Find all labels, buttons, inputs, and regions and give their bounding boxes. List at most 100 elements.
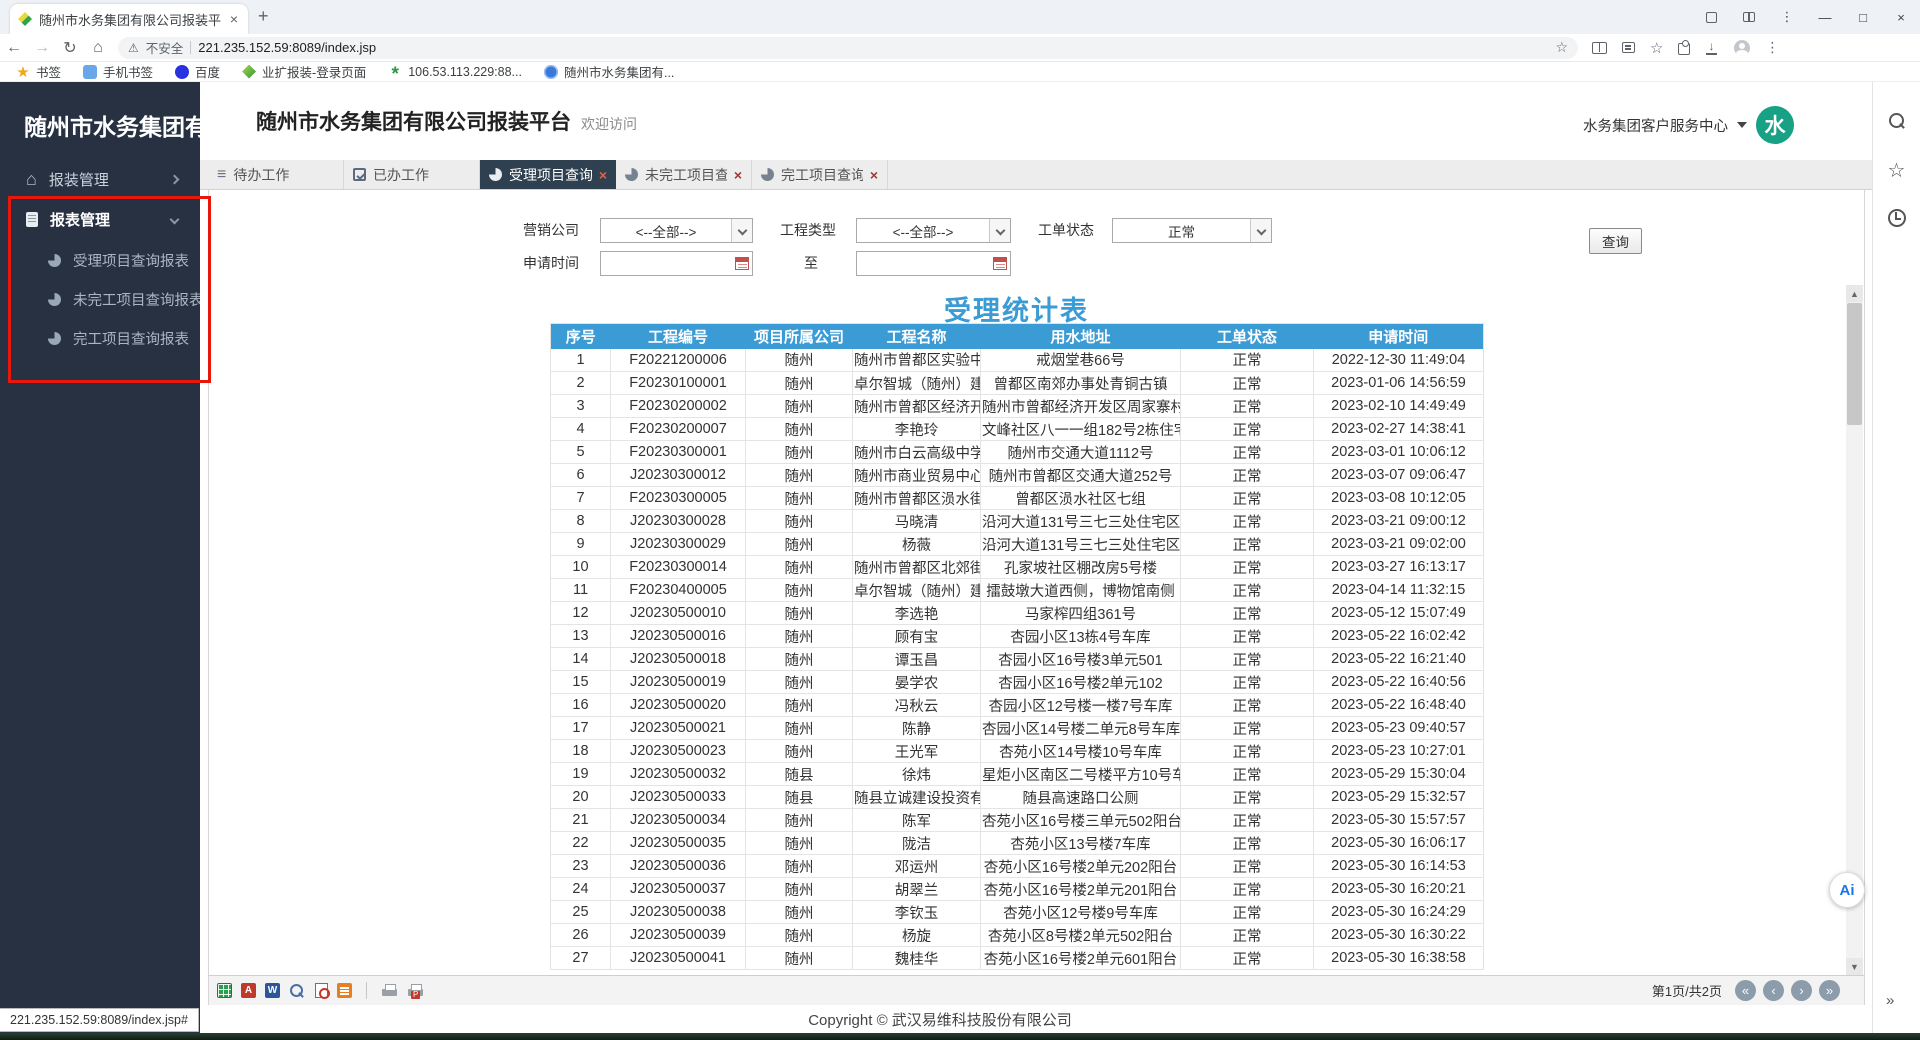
company-select[interactable]: <--全部--> [600, 218, 753, 243]
status-select[interactable]: 正常 [1112, 218, 1272, 243]
address-bar[interactable]: ⚠ 不安全 221.235.152.59:8089/index.jsp ☆ [118, 37, 1578, 59]
table-cell: 陇洁 [853, 832, 981, 855]
tab-close-icon[interactable] [734, 167, 742, 183]
maximize-button[interactable]: □ [1844, 0, 1882, 34]
work-tab[interactable]: 待办工作 [208, 160, 344, 189]
work-tab[interactable]: 已办工作 [344, 160, 480, 189]
select-chevron-icon[interactable] [731, 219, 752, 242]
extensions-icon[interactable] [1678, 40, 1690, 55]
table-cell: 星炬小区南区二号楼平方10号车库 [981, 763, 1181, 786]
calendar-icon[interactable] [735, 257, 749, 270]
bookmark-item[interactable]: 百度 [175, 62, 220, 81]
table-cell: 正常 [1181, 878, 1314, 901]
date-to-input[interactable] [856, 251, 1011, 276]
table-cell: 正常 [1181, 671, 1314, 694]
table-cell: 随县 [746, 763, 853, 786]
rail-expand-icon[interactable]: » [1886, 992, 1894, 1009]
bookmark-item[interactable]: 106.53.113.229:88... [388, 65, 522, 79]
table-cell: 随州 [746, 947, 853, 970]
table-cell: 正常 [1181, 372, 1314, 395]
scroll-down-icon[interactable]: ▼ [1846, 958, 1863, 975]
new-tab-button[interactable]: + [258, 6, 269, 27]
image-export-icon[interactable] [337, 983, 352, 998]
work-tab[interactable]: 完工项目查询报表 [752, 160, 888, 189]
pdf-export-icon[interactable] [241, 983, 256, 998]
doc-search-icon[interactable] [315, 983, 328, 998]
work-tab[interactable]: 受理项目查询报表 [480, 160, 616, 189]
work-tab-label: 未完工项目查询报表 [645, 165, 727, 185]
forward-icon[interactable]: → [28, 39, 56, 57]
rail-search-icon[interactable] [1887, 112, 1907, 132]
last-page-button[interactable] [1819, 980, 1840, 1001]
table-cell: 正常 [1181, 694, 1314, 717]
content-panel: 营销公司 <--全部--> 工程类型 <--全部--> 工单状态 正常 申请时间 [208, 190, 1865, 1005]
table-cell: 杏苑小区16号楼2单元202阳台 [981, 855, 1181, 878]
browser-tab[interactable]: 随州市水务集团有限公司报装平台 × [10, 4, 248, 34]
zoom-search-icon[interactable] [289, 983, 306, 999]
date-from-input[interactable] [600, 251, 753, 276]
scrollbar-thumb[interactable] [1847, 303, 1862, 425]
first-page-button[interactable] [1735, 980, 1756, 1001]
back-icon[interactable]: ← [0, 39, 28, 57]
minimize-button[interactable]: — [1806, 0, 1844, 34]
collections-icon[interactable] [1622, 42, 1635, 53]
table-cell: 正常 [1181, 579, 1314, 602]
star-favicon-icon [16, 65, 30, 79]
table-cell: 李艳玲 [853, 418, 981, 441]
table-cell: J20230500023 [611, 740, 746, 763]
bookmark-label: 手机书签 [103, 62, 153, 81]
print-pdf-icon[interactable]: P [407, 983, 424, 999]
user-menu[interactable]: 水务集团客户服务中心 水 [1583, 106, 1794, 144]
tab-close-icon[interactable] [599, 167, 607, 183]
tab-close-icon[interactable] [870, 167, 878, 183]
table-cell: 27 [551, 947, 611, 970]
sidebar-item-baozhuang[interactable]: 报装管理 [0, 160, 200, 198]
bookmark-item[interactable]: 业扩报装-登录页面 [242, 62, 366, 81]
browser-menu-icon[interactable]: ⋮ [1765, 39, 1780, 56]
rail-favorites-icon[interactable] [1887, 160, 1907, 180]
home-icon[interactable]: ⌂ [84, 39, 112, 57]
type-select[interactable]: <--全部--> [856, 218, 1011, 243]
table-cell: 5 [551, 441, 611, 464]
table-cell: 20 [551, 786, 611, 809]
table-cell: 邓运州 [853, 855, 981, 878]
select-chevron-icon[interactable] [989, 219, 1010, 242]
select-chevron-icon[interactable] [1250, 219, 1271, 242]
workspaces-icon[interactable] [1730, 0, 1768, 34]
table-cell: 正常 [1181, 717, 1314, 740]
tab-close-icon[interactable]: × [228, 11, 240, 27]
favorites-icon[interactable]: ☆ [1650, 39, 1663, 57]
print-icon[interactable] [381, 983, 398, 999]
tab-layout-icon[interactable] [1692, 0, 1730, 34]
scroll-up-icon[interactable]: ▲ [1846, 285, 1863, 302]
table-cell: 孔家坡社区棚改房5号楼 [981, 556, 1181, 579]
profile-avatar-icon[interactable] [1734, 40, 1750, 56]
rail-history-icon[interactable] [1887, 208, 1907, 228]
reload-icon[interactable]: ↻ [56, 38, 84, 58]
table-cell: 2 [551, 372, 611, 395]
type-select-value: <--全部--> [857, 221, 989, 241]
table-cell: 随州市曾都区交通大道252号 [981, 464, 1181, 487]
next-page-button[interactable] [1791, 980, 1812, 1001]
browser-extras-icon[interactable]: ⋮ [1768, 0, 1806, 34]
bookmark-item[interactable]: 手机书签 [83, 62, 153, 81]
work-tab[interactable]: 未完工项目查询报表 [616, 160, 752, 189]
downloads-icon[interactable] [1705, 41, 1719, 55]
work-tab-label: 待办工作 [233, 165, 334, 185]
url-text[interactable]: 221.235.152.59:8089/index.jsp [198, 40, 1548, 55]
prev-page-button[interactable] [1763, 980, 1784, 1001]
table-cell: 10 [551, 556, 611, 579]
bookmark-item[interactable]: 书签 [16, 62, 61, 81]
excel-export-icon[interactable] [217, 983, 232, 998]
close-button[interactable]: × [1882, 0, 1920, 34]
split-screen-icon[interactable] [1592, 42, 1607, 54]
query-button[interactable]: 查询 [1589, 228, 1642, 254]
table-cell: 随州 [746, 878, 853, 901]
avatar[interactable]: 水 [1756, 106, 1794, 144]
table-cell: 2023-05-22 16:48:40 [1314, 694, 1484, 717]
calendar-icon[interactable] [993, 257, 1007, 270]
favorite-star-icon[interactable]: ☆ [1555, 39, 1568, 56]
word-export-icon[interactable] [265, 983, 280, 998]
ai-assistant-button[interactable]: Ai [1829, 872, 1865, 908]
bookmark-item[interactable]: 随州市水务集团有... [544, 62, 674, 81]
